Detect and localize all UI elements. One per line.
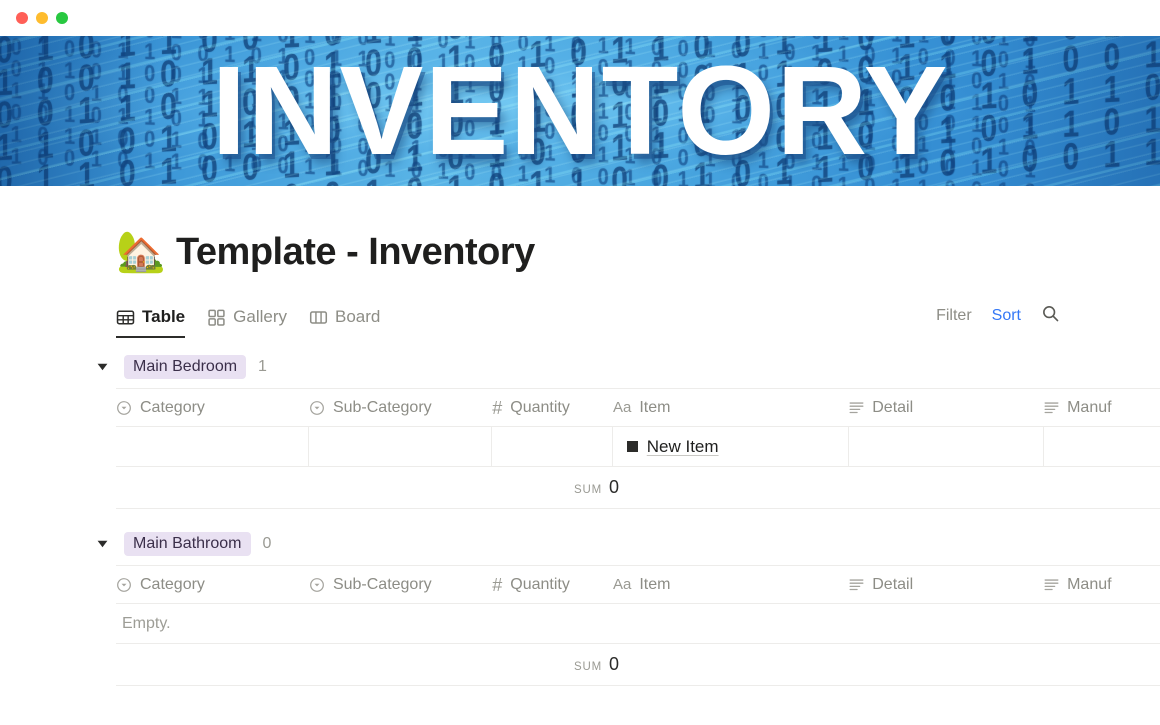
- empty-state-row: Empty.: [116, 604, 1160, 644]
- search-icon[interactable]: [1041, 304, 1060, 328]
- column-header-sub-category[interactable]: Sub-Category: [309, 389, 492, 426]
- column-header-label: Manuf: [1067, 575, 1112, 593]
- page-title[interactable]: Template - Inventory: [176, 231, 535, 274]
- window-close-button[interactable]: [16, 12, 28, 24]
- group-count: 0: [262, 535, 272, 552]
- tab-gallery[interactable]: Gallery: [207, 307, 287, 338]
- group-header: Main Bathroom 0: [0, 527, 1160, 561]
- group-name-badge[interactable]: Main Bathroom: [124, 531, 251, 557]
- view-toolbar: Table Gallery Board Filter Sort: [116, 300, 1160, 338]
- column-header-category[interactable]: Category: [116, 389, 309, 426]
- column-header-manufacturer[interactable]: Manuf: [1044, 566, 1160, 603]
- cell-manufacturer[interactable]: [1044, 427, 1160, 466]
- filter-button[interactable]: Filter: [936, 307, 972, 325]
- sort-button[interactable]: Sort: [992, 307, 1021, 325]
- column-header-sub-category[interactable]: Sub-Category: [309, 566, 492, 603]
- number-icon: #: [492, 574, 503, 595]
- group-header: Main Bedroom 1: [0, 350, 1160, 384]
- sum-label: SUM: [574, 484, 602, 496]
- column-header-quantity[interactable]: # Quantity: [492, 566, 613, 603]
- group-name-badge[interactable]: Main Bedroom: [124, 354, 247, 380]
- board-icon: [309, 308, 328, 327]
- column-header-label: Detail: [872, 575, 914, 593]
- group-sum-row: SUM 0: [116, 644, 1160, 686]
- column-header-label: Item: [639, 398, 671, 416]
- group-table: Category Sub-Category # Quantity Aa Item…: [0, 565, 1160, 686]
- sum-value: 0: [608, 477, 619, 497]
- text-title-icon: Aa: [612, 576, 632, 593]
- tab-board[interactable]: Board: [309, 307, 380, 338]
- cell-item[interactable]: New Item: [613, 427, 850, 466]
- table-row[interactable]: New Item: [116, 427, 1160, 467]
- column-header-quantity[interactable]: # Quantity: [492, 389, 613, 426]
- page-body: 🏡 Template - Inventory Table Gallery Boa…: [0, 186, 1160, 686]
- text-title-icon: Aa: [612, 399, 632, 416]
- tab-board-label: Board: [335, 307, 381, 326]
- table-header-row: Category Sub-Category # Quantity Aa Item…: [116, 388, 1160, 427]
- select-icon: [116, 400, 132, 416]
- group-main-bathroom: Main Bathroom 0 Category Sub-Category # …: [0, 527, 1160, 686]
- number-icon: #: [492, 397, 503, 418]
- column-header-label: Quantity: [510, 398, 570, 416]
- column-header-label: Item: [639, 575, 671, 593]
- select-icon: [116, 577, 132, 593]
- gallery-icon: [207, 308, 226, 327]
- collapse-caret-icon[interactable]: [92, 540, 112, 548]
- house-with-garden-emoji[interactable]: 🏡: [116, 232, 166, 272]
- column-header-item[interactable]: Aa Item: [613, 566, 849, 603]
- column-header-label: Quantity: [510, 575, 570, 593]
- column-header-label: Sub-Category: [332, 398, 432, 416]
- column-header-detail[interactable]: Detail: [849, 566, 1044, 603]
- tab-table[interactable]: Table: [116, 307, 186, 338]
- item-title-link[interactable]: New Item: [647, 437, 719, 457]
- page-title-row: 🏡 Template - Inventory: [116, 226, 1160, 278]
- window-titlebar: [0, 0, 1160, 36]
- page-header-area: 🏡 Template - Inventory Table Gallery Boa…: [0, 226, 1160, 338]
- group-main-bedroom: Main Bedroom 1 Category Sub-Category # Q…: [0, 350, 1160, 509]
- window-minimize-button[interactable]: [36, 12, 48, 24]
- cell-category[interactable]: [116, 427, 309, 466]
- column-header-label: Category: [140, 398, 205, 416]
- page-icon: [626, 441, 638, 452]
- column-header-label: Manuf: [1067, 398, 1112, 416]
- table-icon: [116, 308, 135, 327]
- cell-quantity[interactable]: [492, 427, 613, 466]
- column-header-label: Category: [140, 575, 205, 593]
- select-icon: [309, 400, 325, 416]
- sum-quantity[interactable]: SUM 0: [506, 654, 631, 675]
- rich-text-icon: [849, 578, 864, 591]
- column-header-detail[interactable]: Detail: [849, 389, 1044, 426]
- sum-value: 0: [608, 654, 619, 674]
- table-header-row: Category Sub-Category # Quantity Aa Item…: [116, 565, 1160, 604]
- column-header-category[interactable]: Category: [116, 566, 309, 603]
- sum-label: SUM: [574, 661, 602, 673]
- tab-table-label: Table: [142, 307, 186, 326]
- sum-quantity[interactable]: SUM 0: [506, 477, 631, 498]
- group-table: Category Sub-Category # Quantity Aa Item…: [0, 388, 1160, 509]
- page-cover-image[interactable]: 0 1 0 1 1 0 0 1 0 1 1 0 1 0 0 1 1 0 1 0 …: [0, 36, 1160, 186]
- column-header-manufacturer[interactable]: Manuf: [1044, 389, 1160, 426]
- rich-text-icon: [849, 401, 864, 414]
- collapse-caret-icon[interactable]: [92, 363, 112, 371]
- database-groups: Main Bedroom 1 Category Sub-Category # Q…: [0, 350, 1160, 686]
- column-header-item[interactable]: Aa Item: [613, 389, 849, 426]
- window-zoom-button[interactable]: [56, 12, 68, 24]
- group-sum-row: SUM 0: [116, 467, 1160, 509]
- select-icon: [309, 577, 325, 593]
- cover-title-text: INVENTORY: [211, 40, 949, 181]
- view-tabs: Table Gallery Board: [116, 307, 380, 338]
- rich-text-icon: [1044, 401, 1059, 414]
- column-header-label: Sub-Category: [332, 575, 432, 593]
- tab-gallery-label: Gallery: [233, 307, 287, 326]
- view-actions: Filter Sort: [936, 304, 1060, 338]
- column-header-label: Detail: [872, 398, 914, 416]
- rich-text-icon: [1044, 578, 1059, 591]
- cell-detail[interactable]: [849, 427, 1045, 466]
- cell-sub-category[interactable]: [309, 427, 493, 466]
- group-count: 1: [258, 358, 267, 375]
